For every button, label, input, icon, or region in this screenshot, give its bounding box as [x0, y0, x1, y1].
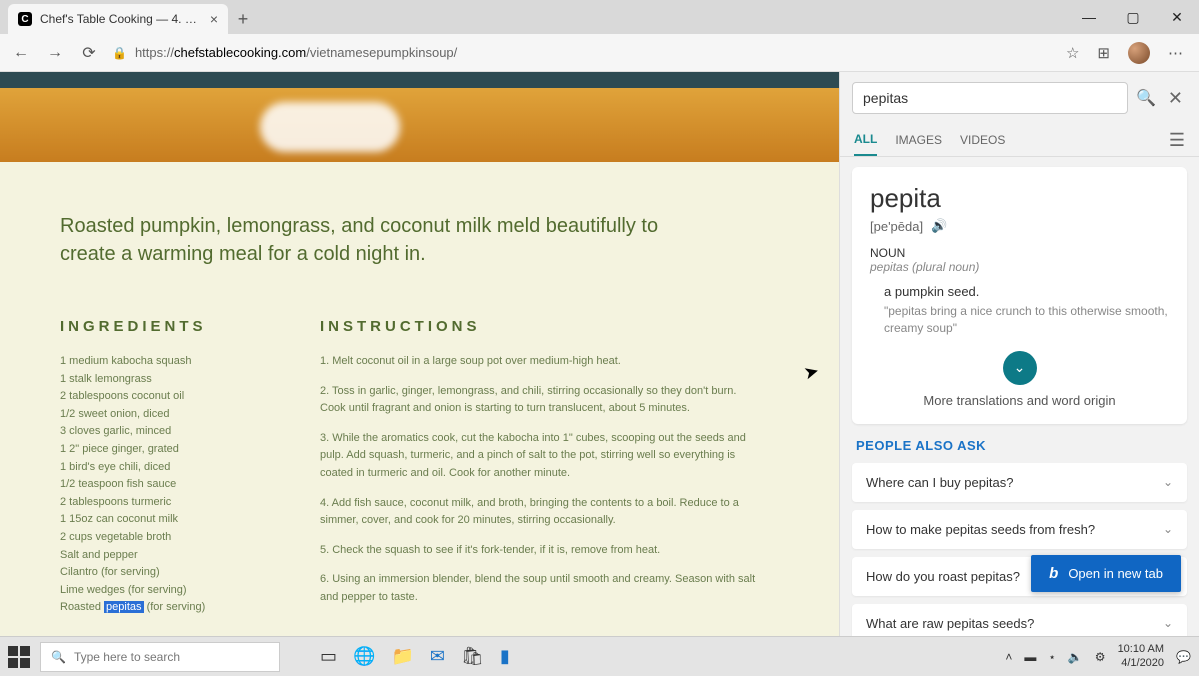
- window-controls: — ▢ ✕: [1067, 0, 1199, 34]
- chevron-down-icon: ⌄: [1163, 475, 1173, 489]
- start-button[interactable]: [8, 646, 30, 668]
- chevron-down-icon: ⌄: [1163, 616, 1173, 630]
- system-tray: ˄ ▬ ⋆ 🔈 ⚙ 10:10 AM 4/1/2020 💬: [1005, 643, 1191, 669]
- profile-avatar[interactable]: [1128, 42, 1150, 64]
- favorites-icon[interactable]: ☆: [1066, 44, 1079, 62]
- ingredient-item: 1 2" piece ginger, grated: [60, 441, 260, 459]
- task-view-icon[interactable]: ▭: [320, 646, 337, 667]
- mail-icon[interactable]: ✉: [430, 646, 445, 667]
- people-also-ask-heading: PEOPLE ALSO ASK: [856, 438, 1187, 453]
- explorer-icon[interactable]: 📁: [391, 646, 413, 667]
- ingredients-heading: INGREDIENTS: [60, 318, 260, 335]
- instruction-step: 2. Toss in garlic, ginger, lemongrass, a…: [320, 383, 760, 418]
- lock-icon: 🔒: [112, 46, 127, 60]
- chevron-down-icon: ⌄: [1163, 522, 1173, 536]
- url-text: https://chefstablecooking.com/vietnamese…: [135, 45, 457, 60]
- ingredient-item: 2 cups vegetable broth: [60, 529, 260, 547]
- minimize-button[interactable]: —: [1067, 0, 1111, 34]
- address-bar: ← → ⟳ 🔒 https://chefstablecooking.com/vi…: [0, 34, 1199, 72]
- ingredients-column: INGREDIENTS 1 medium kabocha squash1 sta…: [60, 318, 260, 619]
- volume-icon[interactable]: 🔈: [1068, 650, 1083, 664]
- tab-images[interactable]: IMAGES: [895, 125, 942, 155]
- ingredient-item: 1/2 teaspoon fish sauce: [60, 476, 260, 494]
- collections-icon[interactable]: ⊞: [1097, 44, 1110, 62]
- ingredient-item: 3 cloves garlic, minced: [60, 423, 260, 441]
- wifi-icon[interactable]: ⋆: [1048, 650, 1056, 664]
- definition-word: pepita: [870, 183, 1169, 214]
- close-window-button[interactable]: ✕: [1155, 0, 1199, 34]
- title-bar: C Chef's Table Cooking — 4. Vietna × + —…: [0, 0, 1199, 34]
- web-page: ➤ Roasted pumpkin, lemongrass, and cocon…: [0, 72, 839, 636]
- bing-icon: b: [1049, 565, 1058, 582]
- more-translations-link[interactable]: More translations and word origin: [870, 393, 1169, 408]
- url-field[interactable]: 🔒 https://chefstablecooking.com/vietname…: [112, 45, 1054, 60]
- taskbar-search-placeholder: Type here to search: [74, 650, 180, 664]
- definition-card: pepita [pe'pēda] 🔊 NOUN pepitas (plural …: [852, 167, 1187, 424]
- app-icon[interactable]: ▮: [500, 646, 510, 667]
- search-icon: 🔍: [51, 650, 66, 664]
- ingredient-item: 1/2 sweet onion, diced: [60, 406, 260, 424]
- ingredient-item: Lime wedges (for serving): [60, 582, 260, 600]
- ingredient-item: 1 stalk lemongrass: [60, 371, 260, 389]
- instruction-step: 3. While the aromatics cook, cut the kab…: [320, 430, 760, 483]
- settings-tray-icon[interactable]: ⚙: [1095, 650, 1106, 664]
- edge-icon[interactable]: 🌐: [353, 646, 375, 667]
- search-icon[interactable]: 🔍: [1136, 88, 1156, 108]
- instruction-step: 4. Add fish sauce, coconut milk, and bro…: [320, 495, 760, 530]
- taskbar: 🔍 Type here to search ▭ 🌐 📁 ✉ 🛍 ▮ ˄ ▬ ⋆ …: [0, 636, 1199, 676]
- ingredient-item: 1 15oz can coconut milk: [60, 511, 260, 529]
- back-button[interactable]: ←: [10, 44, 32, 62]
- refresh-button[interactable]: ⟳: [78, 43, 100, 63]
- clock[interactable]: 10:10 AM 4/1/2020: [1118, 643, 1164, 669]
- part-of-speech: NOUN: [870, 246, 1169, 260]
- hero-image: [0, 72, 839, 162]
- taskbar-apps: ▭ 🌐 📁 ✉ 🛍 ▮: [320, 646, 510, 667]
- sidebar-search-input[interactable]: [852, 82, 1128, 114]
- pronunciation: [pe'pēda]: [870, 219, 923, 234]
- ingredient-item: Cilantro (for serving): [60, 564, 260, 582]
- expand-button[interactable]: ⌄: [1003, 351, 1037, 385]
- battery-icon[interactable]: ▬: [1024, 650, 1036, 664]
- instruction-step: 5. Check the squash to see if it's fork-…: [320, 542, 760, 560]
- notifications-icon[interactable]: 💬: [1176, 650, 1191, 664]
- definition-example: "pepitas bring a nice crunch to this oth…: [884, 303, 1169, 337]
- ingredient-item: Roasted pepitas (for serving): [60, 599, 260, 617]
- definition-text: a pumpkin seed.: [884, 284, 1169, 299]
- close-tab-icon[interactable]: ×: [210, 11, 218, 27]
- favicon: C: [18, 12, 32, 26]
- sidebar-tabs: ALL IMAGES VIDEOS ☰: [840, 124, 1199, 157]
- search-sidebar: 🔍 ✕ ALL IMAGES VIDEOS ☰ pepita [pe'pēda]…: [839, 72, 1199, 636]
- plural-note: pepitas (plural noun): [870, 260, 1169, 274]
- instruction-step: 1. Melt coconut oil in a large soup pot …: [320, 353, 760, 371]
- instructions-heading: INSTRUCTIONS: [320, 318, 760, 335]
- store-icon[interactable]: 🛍: [461, 646, 484, 667]
- ingredient-item: Salt and pepper: [60, 547, 260, 565]
- taskbar-search[interactable]: 🔍 Type here to search: [40, 642, 280, 672]
- speaker-icon[interactable]: 🔊: [931, 218, 947, 234]
- maximize-button[interactable]: ▢: [1111, 0, 1155, 34]
- tab-videos[interactable]: VIDEOS: [960, 125, 1005, 155]
- ingredient-item: 1 medium kabocha squash: [60, 353, 260, 371]
- forward-button[interactable]: →: [44, 44, 66, 62]
- browser-tab[interactable]: C Chef's Table Cooking — 4. Vietna ×: [8, 4, 228, 34]
- lead-paragraph: Roasted pumpkin, lemongrass, and coconut…: [60, 212, 700, 268]
- selected-word[interactable]: pepitas: [104, 601, 143, 613]
- ingredient-item: 2 tablespoons coconut oil: [60, 388, 260, 406]
- more-icon[interactable]: ⋯: [1168, 44, 1183, 62]
- tray-chevron-icon[interactable]: ˄: [1005, 650, 1012, 664]
- paa-item[interactable]: What are raw pepitas seeds?⌄: [852, 604, 1187, 636]
- new-tab-button[interactable]: +: [228, 4, 258, 34]
- open-in-new-tab-button[interactable]: b Open in new tab: [1031, 555, 1181, 592]
- ingredient-item: 1 bird's eye chili, diced: [60, 459, 260, 477]
- tab-all[interactable]: ALL: [854, 124, 877, 156]
- paa-item[interactable]: Where can I buy pepitas?⌄: [852, 463, 1187, 502]
- tab-title: Chef's Table Cooking — 4. Vietna: [40, 12, 202, 26]
- paa-item[interactable]: How to make pepitas seeds from fresh?⌄: [852, 510, 1187, 549]
- hamburger-icon[interactable]: ☰: [1169, 130, 1185, 151]
- instructions-column: INSTRUCTIONS 1. Melt coconut oil in a la…: [320, 318, 760, 619]
- instruction-step: 6. Using an immersion blender, blend the…: [320, 571, 760, 606]
- content-row: ➤ Roasted pumpkin, lemongrass, and cocon…: [0, 72, 1199, 636]
- close-sidebar-icon[interactable]: ✕: [1164, 88, 1187, 109]
- ingredient-item: 2 tablespoons turmeric: [60, 494, 260, 512]
